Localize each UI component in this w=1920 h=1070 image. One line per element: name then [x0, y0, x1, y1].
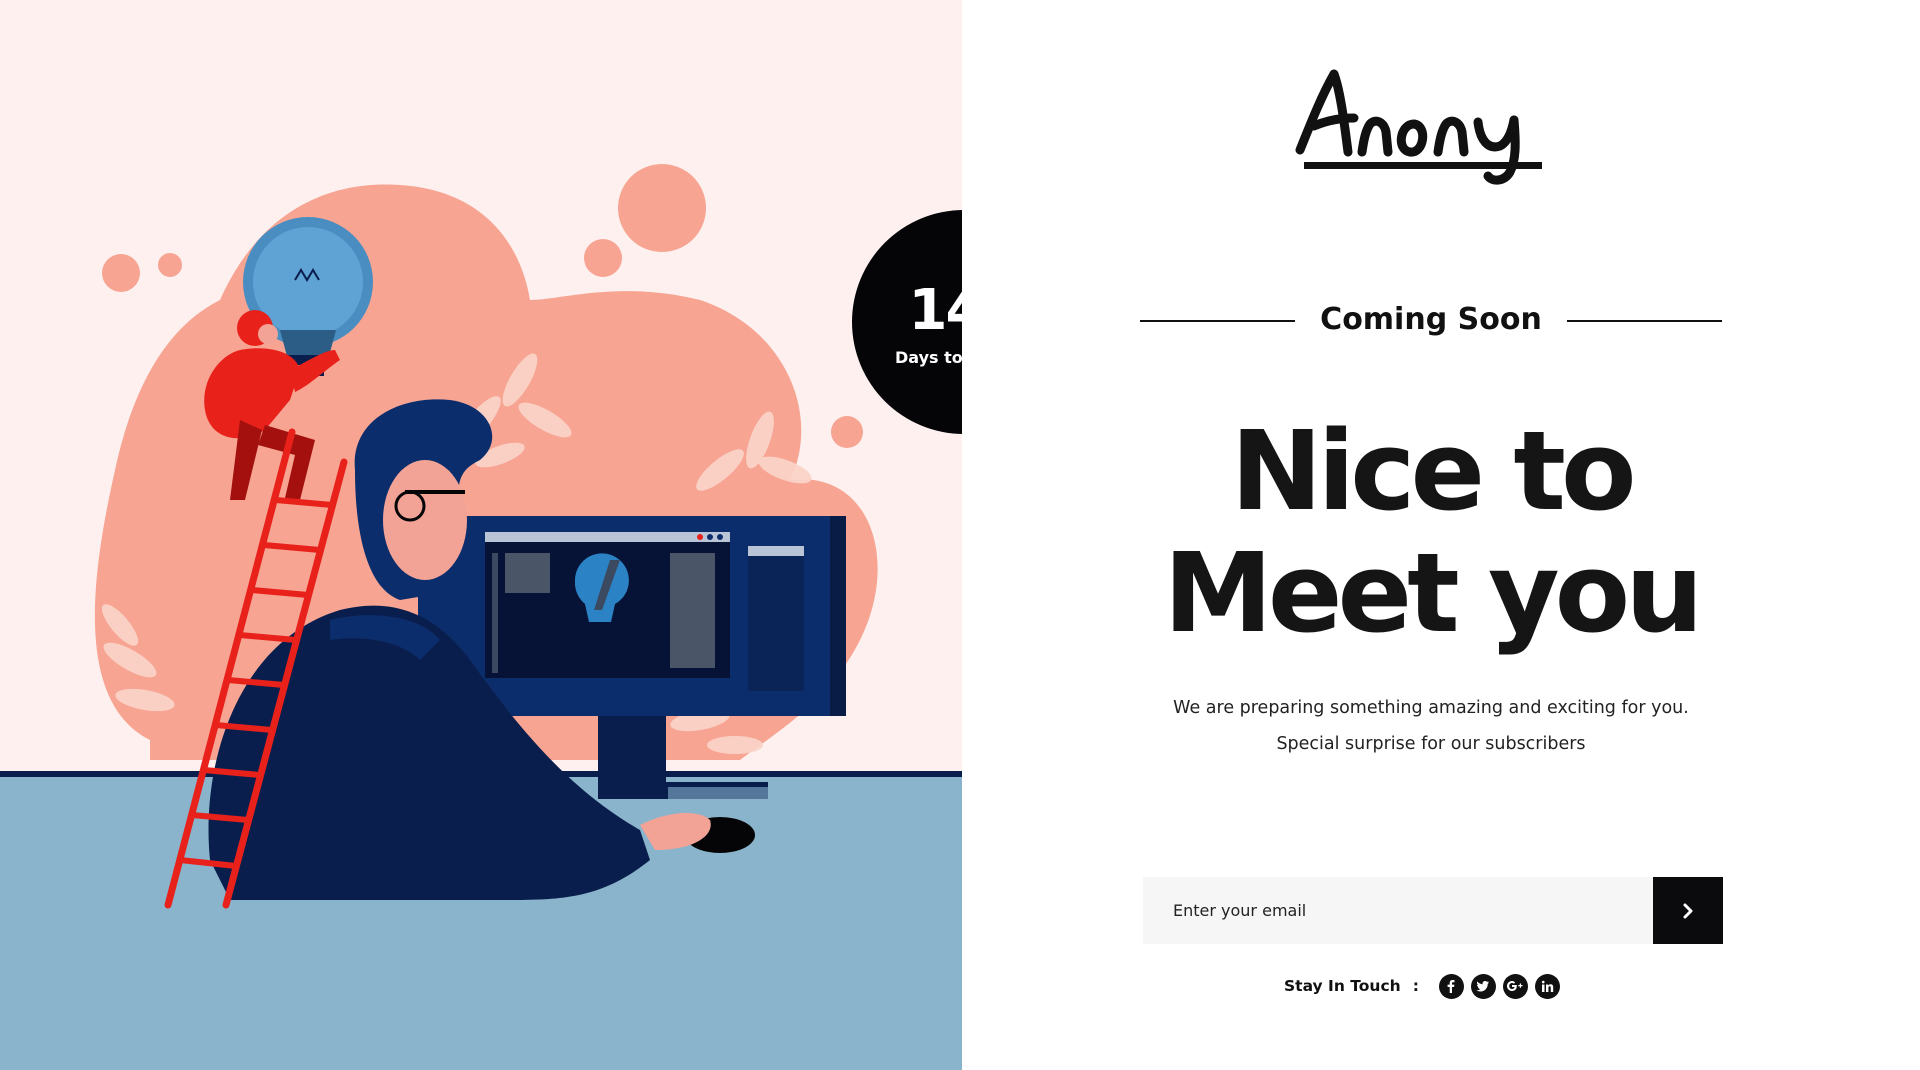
coming-soon-heading: Coming Soon	[1140, 295, 1722, 345]
headline-line-1: Nice to	[1230, 407, 1636, 535]
stay-in-touch-separator: :	[1412, 977, 1419, 995]
linkedin-icon[interactable]	[1534, 973, 1560, 999]
description-line-2: Special surprise for our subscribers	[1276, 734, 1586, 754]
content-panel: Coming Soon Nice to Meet you We are prep…	[962, 0, 1920, 1070]
facebook-icon[interactable]	[1438, 973, 1464, 999]
illustration-panel	[0, 0, 962, 1070]
subscribe-form	[1143, 877, 1723, 944]
google-plus-icon[interactable]	[1502, 973, 1528, 999]
description-line-1: We are preparing something amazing and e…	[1173, 698, 1689, 718]
hero-description: We are preparing something amazing and e…	[1112, 690, 1750, 762]
divider-line-right	[1567, 320, 1722, 322]
social-links: Stay In Touch :	[1284, 970, 1567, 1002]
hero-headline: Nice to Meet you	[1140, 410, 1722, 654]
stay-in-touch-label: Stay In Touch	[1284, 977, 1401, 995]
brand-logo[interactable]	[1292, 60, 1552, 190]
chevron-right-icon	[1683, 903, 1693, 918]
workspace-illustration	[0, 0, 962, 1070]
subscribe-submit-button[interactable]	[1653, 877, 1723, 944]
email-input[interactable]	[1143, 877, 1653, 944]
headline-line-2: Meet you	[1163, 529, 1703, 657]
twitter-icon[interactable]	[1470, 973, 1496, 999]
